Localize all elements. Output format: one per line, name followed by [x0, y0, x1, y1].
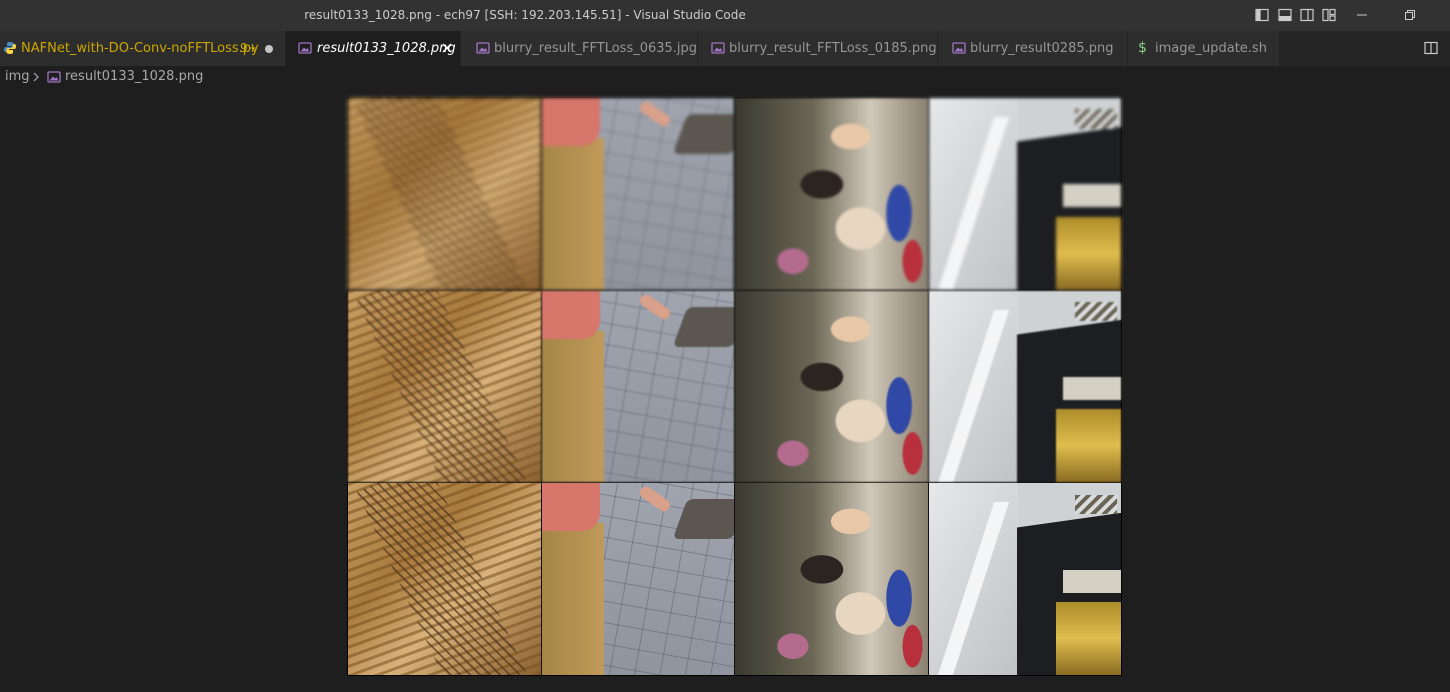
tab-label: blurry_result_FFTLoss_0185.png	[729, 41, 937, 56]
image-grid	[348, 98, 1121, 675]
tab-blurry-result0285[interactable]: blurry_result0285.png	[938, 31, 1128, 66]
tab-result0133-png[interactable]: result0133_1028.png	[286, 31, 461, 66]
image-tile-store-sign	[928, 98, 1121, 290]
image-file-icon	[952, 42, 966, 54]
split-editor-icon[interactable]	[1424, 41, 1438, 55]
sign-lettering-image	[1029, 136, 1053, 276]
image-tile-store-sign	[928, 290, 1121, 483]
unsaved-dot-icon[interactable]	[265, 45, 273, 53]
tab-label: image_update.sh	[1155, 41, 1267, 56]
image-tile-crowd	[735, 290, 928, 483]
restore-icon	[1405, 10, 1415, 20]
tab-label: blurry_result0285.png	[970, 41, 1114, 56]
editor-tab-bar: NAFNet_with-DO-Conv-noFFTLoss.py 9+ resu…	[0, 31, 1450, 66]
customize-layout-icon[interactable]	[1322, 8, 1336, 22]
shell-script-icon: $	[1138, 40, 1147, 56]
image-tile-basket	[348, 290, 541, 483]
tab-label: blurry_result_FFTLoss_0635.jpg	[494, 41, 698, 56]
image-tile-crowd	[735, 483, 928, 675]
tab-image-update-sh[interactable]: $ image_update.sh	[1128, 31, 1280, 66]
image-tile-basket	[348, 483, 541, 675]
breadcrumb-file[interactable]: result0133_1028.png	[65, 66, 203, 88]
image-file-icon	[711, 42, 725, 54]
breadcrumb: img result0133_1028.png	[0, 66, 1450, 88]
restore-button[interactable]	[1388, 0, 1434, 31]
image-tile-crowd	[735, 98, 928, 290]
image-preview[interactable]	[347, 97, 1122, 676]
toggle-panel-icon[interactable]	[1278, 8, 1292, 22]
close-icon[interactable]	[441, 42, 453, 54]
problems-badge: 9+	[240, 41, 258, 55]
image-file-icon	[47, 71, 61, 83]
title-bar: result0133_1028.png - ech97 [SSH: 192.20…	[0, 0, 1450, 31]
image-tile-pedestrian	[541, 290, 734, 483]
minimize-button[interactable]	[1340, 0, 1386, 31]
window-title: result0133_1028.png - ech97 [SSH: 192.20…	[304, 8, 746, 22]
image-tile-pedestrian	[541, 483, 734, 675]
tab-blurry-fftloss-0185[interactable]: blurry_result_FFTLoss_0185.png	[698, 31, 938, 66]
tab-blurry-fftloss-0635[interactable]: blurry_result_FFTLoss_0635.jpg	[461, 31, 698, 66]
breadcrumb-folder[interactable]: img	[5, 66, 30, 88]
toggle-secondary-sidebar-icon[interactable]	[1300, 8, 1314, 22]
sign-lettering-image	[1029, 522, 1053, 662]
tab-label: result0133_1028.png	[317, 41, 456, 56]
sign-lettering-image	[1029, 329, 1053, 469]
image-tile-pedestrian	[541, 98, 734, 290]
tab-nafnet-py[interactable]: NAFNet_with-DO-Conv-noFFTLoss.py 9+	[0, 31, 286, 66]
image-file-icon	[476, 42, 490, 54]
image-tile-store-sign	[928, 483, 1121, 675]
image-file-icon	[298, 42, 312, 54]
tab-label: NAFNet_with-DO-Conv-noFFTLoss.py	[21, 41, 259, 56]
python-icon	[4, 42, 16, 54]
minimize-icon	[1357, 14, 1367, 16]
toggle-primary-sidebar-icon[interactable]	[1255, 8, 1269, 22]
image-tile-basket	[348, 98, 541, 290]
chevron-right-icon	[33, 72, 39, 82]
